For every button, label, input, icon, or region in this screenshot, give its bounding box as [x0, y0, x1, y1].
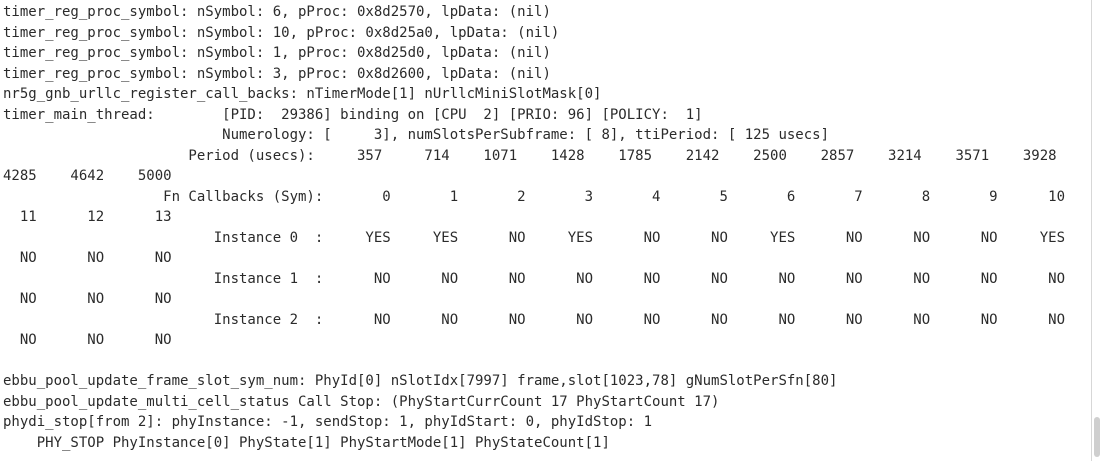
terminal-line: timer_reg_proc_symbol: nSymbol: 6, pProc… — [3, 4, 551, 20]
terminal-line: Numerology: [ 3], numSlotsPerSubframe: [… — [3, 127, 830, 143]
terminal-line: timer_main_thread: [PID: 29386] binding … — [3, 106, 703, 123]
terminal-line: NO NO NO — [3, 332, 172, 348]
terminal-line: timer_reg_proc_symbol: nSymbol: 1, pProc… — [3, 45, 551, 61]
terminal-line: PHY_STOP PhyInstance[0] PhyState[1] PhyS… — [3, 434, 610, 451]
terminal-line: nr5g_gnb_urllc_register_call_backs: nTim… — [3, 86, 602, 102]
terminal-line: 11 12 13 — [3, 209, 172, 225]
terminal-line: NO NO NO — [3, 250, 172, 266]
vertical-scrollbar[interactable] — [1091, 0, 1101, 461]
terminal-line: ebbu_pool_update_frame_slot_sym_num: Phy… — [3, 373, 838, 389]
terminal-line: timer_reg_proc_symbol: nSymbol: 3, pProc… — [3, 65, 551, 82]
terminal-line: Period (usecs): 357 714 1071 1428 1785 2… — [3, 147, 1057, 164]
terminal-line: phydi_stop[from 2]: phyInstance: -1, sen… — [3, 414, 653, 430]
terminal-line: 4285 4642 5000 — [3, 168, 172, 184]
terminal-line: Instance 1 : NO NO NO NO NO NO NO NO NO … — [3, 270, 1066, 287]
terminal-output[interactable]: timer_reg_proc_symbol: nSymbol: 6, pProc… — [0, 0, 1090, 461]
terminal-line: timer_reg_proc_symbol: nSymbol: 10, pPro… — [3, 24, 560, 41]
terminal-line: Instance 2 : NO NO NO NO NO NO NO NO NO … — [3, 311, 1066, 328]
scrollbar-thumb[interactable] — [1094, 417, 1100, 457]
terminal-line: Fn Callbacks (Sym): 0 1 2 3 4 5 6 7 8 9 … — [3, 188, 1066, 205]
terminal-line: ebbu_pool_update_multi_cell_status Call … — [3, 393, 720, 410]
terminal-line: Instance 0 : YES YES NO YES NO NO YES NO… — [3, 229, 1066, 246]
terminal-line: NO NO NO — [3, 291, 172, 307]
